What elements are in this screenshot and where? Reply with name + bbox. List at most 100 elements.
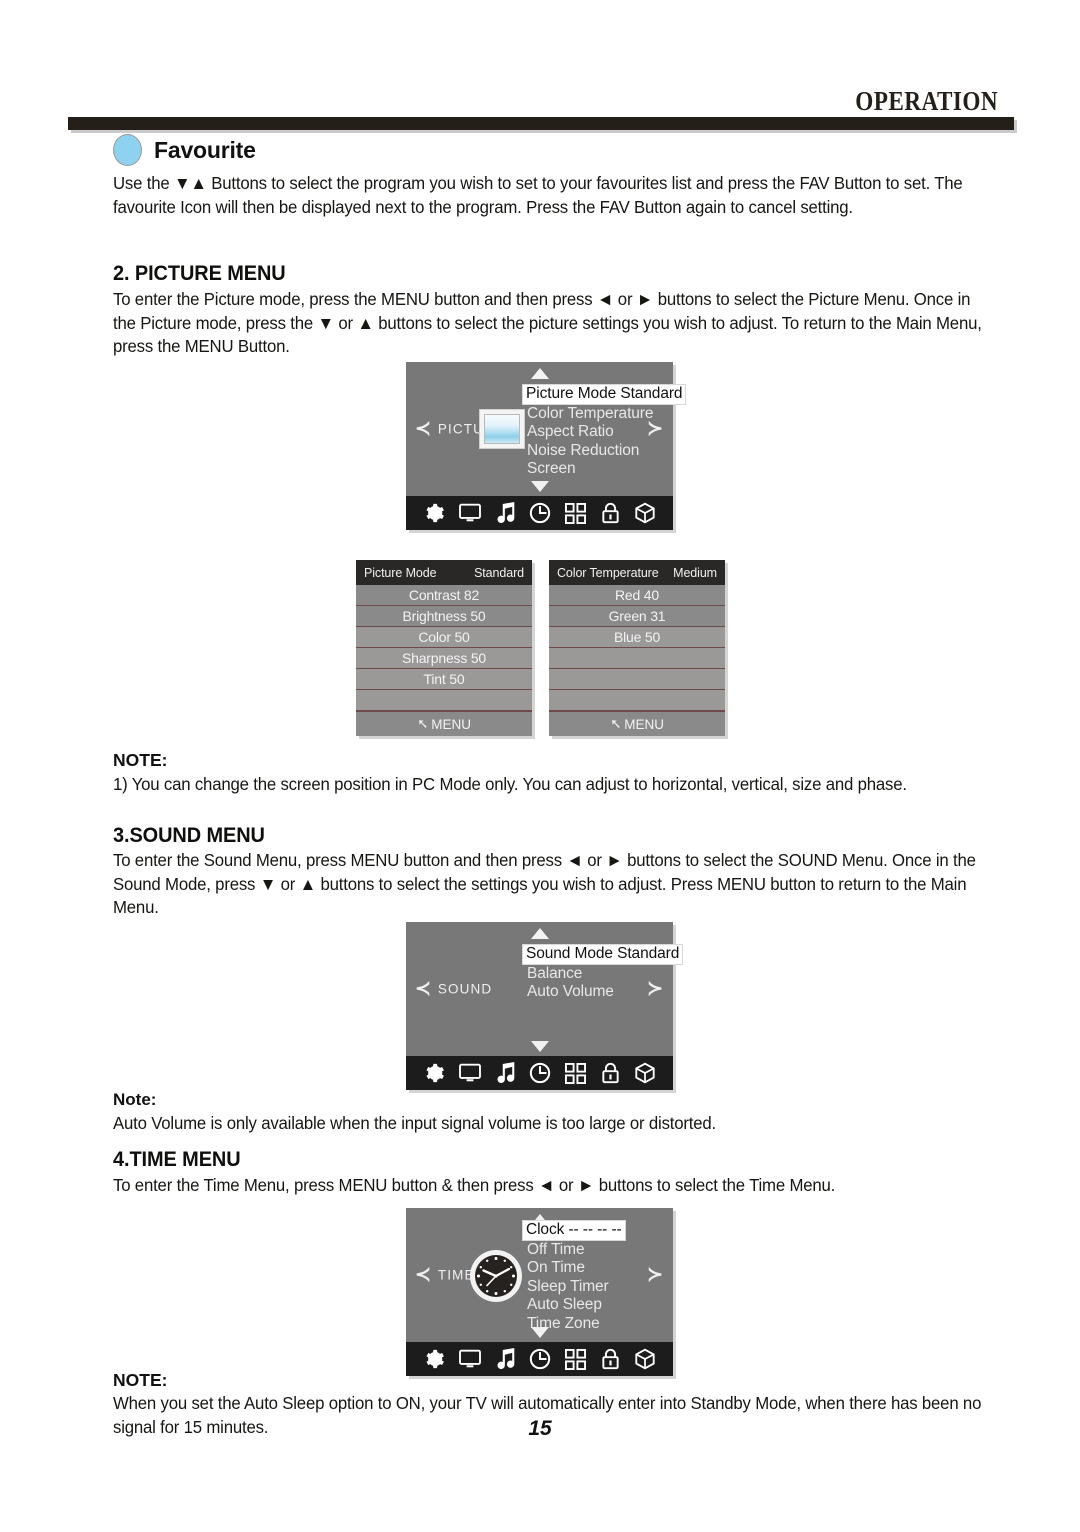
osd-menu-item[interactable]: Sleep Timer: [525, 1278, 611, 1297]
clock-icon[interactable]: [529, 1062, 551, 1084]
submenu-row[interactable]: [356, 690, 532, 711]
grid-icon[interactable]: [565, 502, 587, 524]
sound-osd-body: ≺ SOUND ≻ Sound Mode Standard Balance Au…: [406, 922, 684, 1056]
scroll-down-arrow-icon[interactable]: [530, 1041, 549, 1052]
osd-menu-item[interactable]: Color Temperature: [525, 405, 655, 424]
grid-icon[interactable]: [565, 1348, 587, 1370]
submenu-footer[interactable]: ➚ MENU: [549, 711, 725, 736]
submenu-row[interactable]: [549, 669, 725, 690]
analog-clock-icon: [468, 1248, 524, 1304]
submenu-footer[interactable]: ➚ MENU: [356, 711, 532, 736]
picture-osd-iconbar: [406, 496, 673, 530]
picture-osd-list: Picture Mode Standard Color Temperature …: [522, 384, 687, 479]
music-note-icon[interactable]: [496, 1348, 515, 1370]
left-chevron-icon[interactable]: ≺: [415, 1266, 431, 1285]
picture-note-label: NOTE:: [113, 750, 168, 770]
favourite-heading: Favourite: [113, 134, 256, 166]
submenu-row-label: Tint 50: [423, 671, 465, 687]
lock-icon[interactable]: [601, 1348, 620, 1370]
submenu-value: Medium: [673, 565, 717, 580]
submenu-footer-label: MENU: [431, 716, 472, 732]
submenu-row[interactable]: Sharpness 50: [356, 648, 532, 669]
left-chevron-icon[interactable]: ≺: [415, 980, 431, 999]
osd-menu-item[interactable]: Balance: [525, 965, 584, 984]
submenu-footer-label: MENU: [624, 716, 665, 732]
submenu-row-label: Green 31: [608, 608, 666, 624]
time-menu-body: To enter the Time Menu, press MENU butto…: [113, 1175, 836, 1195]
lock-icon[interactable]: [601, 1062, 620, 1084]
cube-icon[interactable]: [634, 502, 656, 524]
osd-menu-item[interactable]: Screen: [525, 460, 578, 479]
picture-osd-body: ≺ PICTURE ≻ Picture Mode Standard Color …: [406, 362, 687, 496]
return-arrow-icon: ➚: [609, 716, 622, 731]
scroll-down-arrow-icon[interactable]: [530, 481, 549, 492]
music-note-icon[interactable]: [496, 502, 515, 524]
monitor-icon[interactable]: [459, 1063, 482, 1083]
osd-menu-item[interactable]: Auto Volume: [525, 983, 616, 1002]
osd-menu-item[interactable]: Aspect Ratio: [525, 423, 616, 442]
osd-menu-item[interactable]: Auto Sleep: [525, 1296, 604, 1315]
submenu-row[interactable]: Green 31: [549, 606, 725, 627]
gear-icon[interactable]: [423, 502, 445, 524]
sound-osd-list: Sound Mode Standard Balance Auto Volume: [522, 944, 684, 1002]
sound-osd-iconbar: [406, 1056, 673, 1090]
picture-menu-body: To enter the Picture mode, press the MEN…: [113, 289, 982, 356]
header-rule: [68, 117, 1014, 130]
sound-osd-panel: ≺ SOUND ≻ Sound Mode Standard Balance Au…: [406, 922, 684, 1090]
osd-menu-item[interactable]: Picture Mode Standard: [522, 384, 687, 405]
scroll-up-arrow-icon[interactable]: [530, 368, 549, 379]
submenu-row-label: Contrast 82: [408, 587, 480, 603]
picture-osd-panel: ≺ PICTURE ≻ Picture Mode Standard Color …: [406, 362, 687, 530]
color-temperature-submenu: Color Temperature Medium Red 40 Green 31…: [549, 560, 725, 736]
gear-icon[interactable]: [423, 1348, 445, 1370]
submenu-row[interactable]: Tint 50: [356, 669, 532, 690]
submenu-row[interactable]: Blue 50: [549, 627, 725, 648]
picture-thumbnail-icon: [479, 409, 525, 449]
submenu-row[interactable]: Brightness 50: [356, 606, 532, 627]
submenu-header: Color Temperature Medium: [549, 560, 725, 585]
submenu-row-label: Blue 50: [613, 629, 661, 645]
scroll-up-arrow-icon[interactable]: [530, 928, 549, 939]
submenu-row[interactable]: Contrast 82: [356, 585, 532, 606]
picture-note-body: 1) You can change the screen position in…: [113, 774, 907, 794]
music-note-icon[interactable]: [496, 1062, 515, 1084]
submenu-row[interactable]: Red 40: [549, 585, 725, 606]
sound-note-label: Note:: [113, 1090, 157, 1109]
submenu-row[interactable]: [549, 690, 725, 711]
lock-icon[interactable]: [601, 502, 620, 524]
clock-icon[interactable]: [529, 502, 551, 524]
page-number: 15: [528, 1417, 552, 1440]
submenu-row[interactable]: [549, 648, 725, 669]
submenu-title: Color Temperature: [557, 565, 659, 580]
cube-icon[interactable]: [634, 1062, 656, 1084]
time-note-label: NOTE:: [113, 1370, 168, 1390]
gear-icon[interactable]: [423, 1062, 445, 1084]
monitor-icon[interactable]: [459, 503, 482, 523]
time-osd-list: Clock -- -- -- -- Off Time On Time Sleep…: [522, 1220, 626, 1334]
favourite-body: Use the ▼▲ Buttons to select the program…: [113, 173, 963, 217]
osd-menu-item[interactable]: Noise Reduction: [525, 442, 641, 461]
page-header-title: OPERATION: [855, 86, 998, 116]
osd-menu-item[interactable]: Off Time: [525, 1241, 586, 1260]
grid-icon[interactable]: [565, 1062, 587, 1084]
submenu-row[interactable]: Color 50: [356, 627, 532, 648]
time-menu-heading: 4.TIME MENU: [113, 1148, 241, 1171]
submenu-header: Picture Mode Standard: [356, 560, 532, 585]
bullet-circle-icon: [113, 134, 142, 166]
osd-menu-item[interactable]: Clock -- -- -- --: [522, 1220, 626, 1241]
osd-menu-item[interactable]: Sound Mode Standard: [522, 944, 684, 965]
picture-menu-heading: 2. PICTURE MENU: [113, 262, 286, 285]
submenu-row-label: Color 50: [418, 629, 470, 645]
sound-menu-body: To enter the Sound Menu, press MENU butt…: [113, 850, 976, 917]
right-chevron-icon[interactable]: ≻: [647, 1266, 663, 1285]
clock-icon[interactable]: [529, 1348, 551, 1370]
osd-menu-item[interactable]: Time Zone: [525, 1315, 602, 1334]
time-osd-left-nav[interactable]: ≺ TIME: [415, 1266, 475, 1285]
left-chevron-icon[interactable]: ≺: [415, 420, 431, 439]
time-osd-iconbar: [406, 1342, 673, 1376]
cube-icon[interactable]: [634, 1348, 656, 1370]
sound-osd-left-nav[interactable]: ≺ SOUND: [415, 980, 492, 999]
monitor-icon[interactable]: [459, 1349, 482, 1369]
osd-menu-item[interactable]: On Time: [525, 1259, 587, 1278]
submenu-value: Standard: [474, 565, 524, 580]
